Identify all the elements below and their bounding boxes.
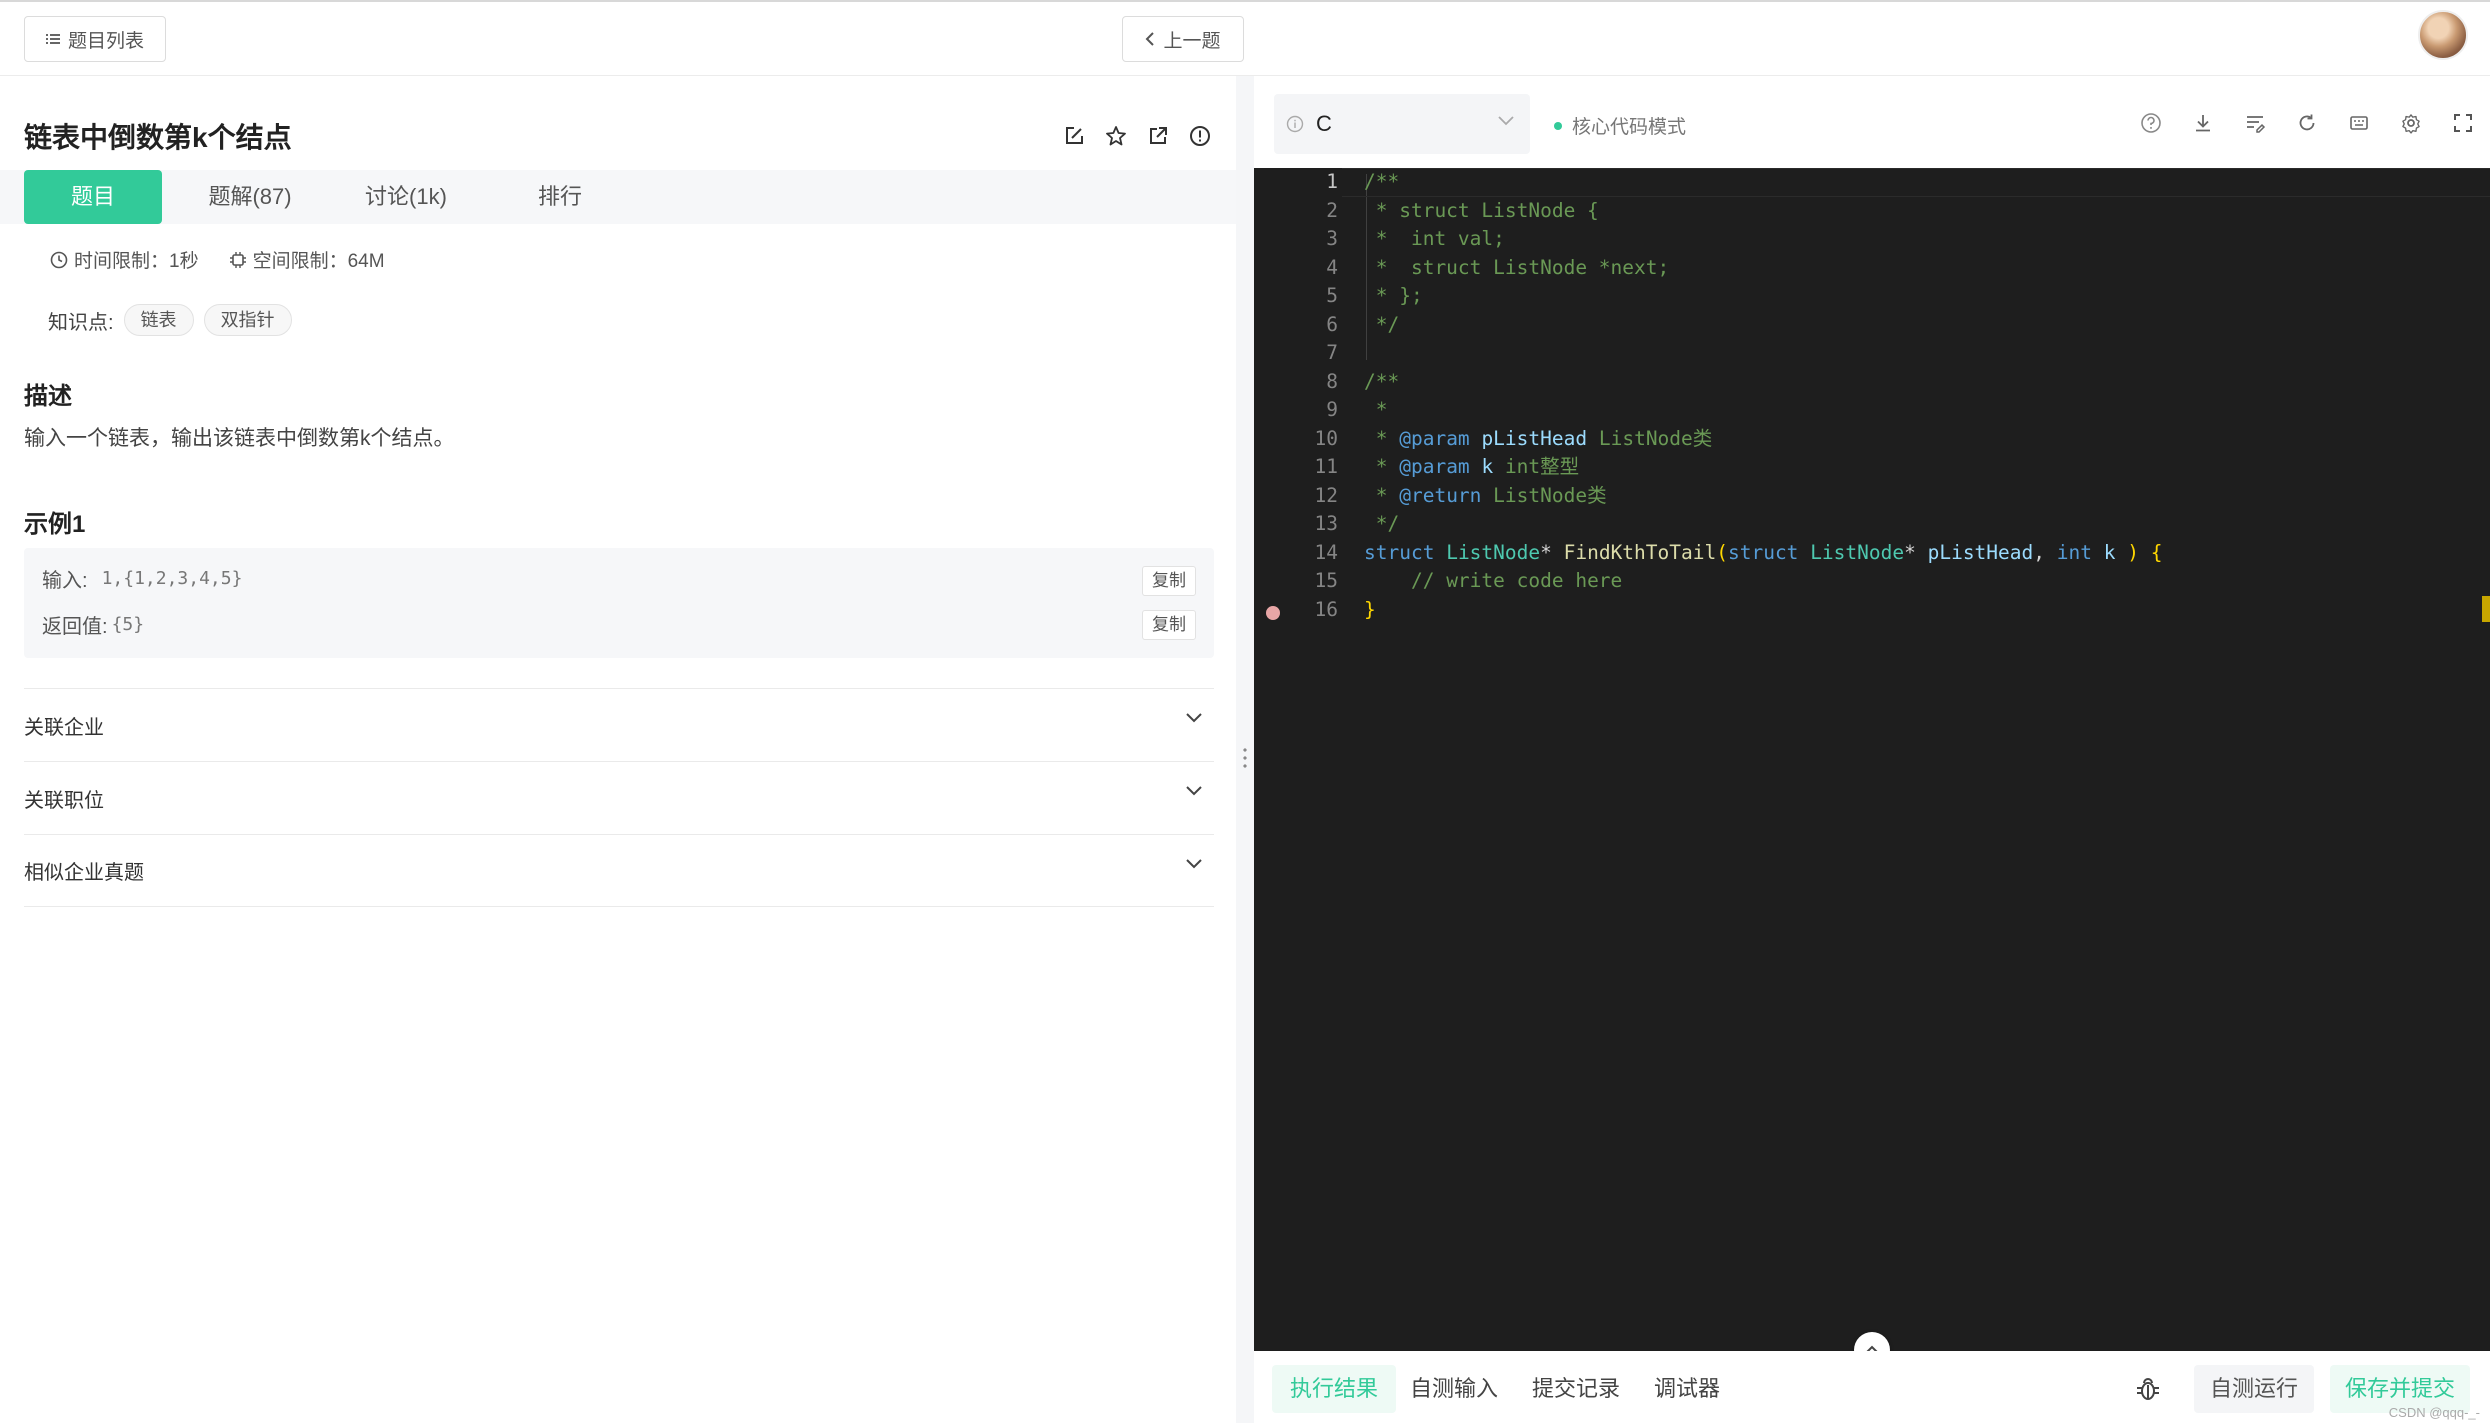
code-line: 8/** xyxy=(1326,369,1400,393)
fullscreen-icon[interactable] xyxy=(2448,108,2478,138)
share-icon[interactable] xyxy=(1144,122,1172,150)
prev-problem-label: 上一题 xyxy=(1163,30,1221,52)
accordion-label: 关联企业 xyxy=(24,716,104,739)
breakpoint-icon[interactable] xyxy=(1266,606,1280,620)
prev-problem-button[interactable]: 上一题 xyxy=(1122,16,1244,62)
tab-submit-history[interactable]: 提交记录 xyxy=(1514,1365,1638,1413)
top-bar: 题目列表 上一题 xyxy=(0,0,2490,76)
code-line: 16} xyxy=(1314,597,1376,621)
tag-two-pointers[interactable]: 双指针 xyxy=(203,304,292,336)
help-icon[interactable] xyxy=(2136,108,2166,138)
chevron-down-icon xyxy=(1186,786,1202,796)
description-text: 输入一个链表，输出该链表中倒数第k个结点。 xyxy=(24,427,455,450)
example-heading: 示例1 xyxy=(24,511,86,538)
code-line: 12 * @return ListNode类 xyxy=(1314,483,1607,507)
example-output-row: 返回值: {5} xyxy=(42,610,144,639)
code-mode-label: 核心代码模式 xyxy=(1572,117,1687,138)
example-input-row: 输入: 1,{1,2,3,4,5} xyxy=(42,564,242,593)
code-line: 14 struct ListNode* FindKthToTail(struct … xyxy=(1314,540,2163,564)
time-limit: 时间限制：1秒 xyxy=(74,251,199,272)
code-line: 6 */ xyxy=(1326,312,1400,336)
format-code-icon[interactable] xyxy=(2240,108,2270,138)
chevron-down-icon xyxy=(1498,116,1514,126)
language-select[interactable]: C xyxy=(1274,94,1530,154)
example-box: 输入: 1,{1,2,3,4,5} 复制 返回值: {5} 复制 xyxy=(24,548,1214,658)
chevron-down-icon xyxy=(1186,713,1202,723)
tag-linked-list[interactable]: 链表 xyxy=(123,304,194,336)
problem-panel: 链表中倒数第k个结点 题目 题解(87) 讨论(1k) 排行 时间限制：1秒 空… xyxy=(0,76,1236,1423)
code-line: 13 */ xyxy=(1314,512,1400,535)
accordion-label: 相似企业真题 xyxy=(24,862,144,884)
copy-input-button[interactable]: 复制 xyxy=(1142,566,1196,596)
download-icon[interactable] xyxy=(2188,108,2218,138)
code-line: 9 * xyxy=(1326,398,1388,421)
tab-debugger[interactable]: 调试器 xyxy=(1636,1365,1738,1413)
chevron-left-icon xyxy=(1146,32,1155,46)
tab-custom-input[interactable]: 自测输入 xyxy=(1392,1365,1516,1413)
list-icon xyxy=(45,34,60,44)
title-row: 链表中倒数第k个结点 xyxy=(24,116,1214,156)
edit-icon[interactable] xyxy=(1060,122,1088,150)
accordion-label: 关联职位 xyxy=(24,789,104,812)
code-editor[interactable]: 1/** 2 * struct ListNode { 3 * int val; … xyxy=(1254,168,2490,1351)
code-line: 15 // write code here xyxy=(1314,569,1623,592)
code-mode: 核心代码模式 xyxy=(1554,112,1686,139)
tab-solutions[interactable]: 题解(87) xyxy=(190,170,310,224)
code-line: 3 * int val; xyxy=(1326,227,1505,250)
watermark: CSDN @qqq-_- xyxy=(2388,1405,2480,1420)
chip-icon xyxy=(229,251,246,268)
editor-toolbar: C 核心代码模式 xyxy=(1254,94,2490,158)
input-label: 输入: xyxy=(42,570,88,592)
accordion-related-positions[interactable]: 关联职位 xyxy=(24,761,1214,834)
copy-output-button[interactable]: 复制 xyxy=(1142,610,1196,640)
bug-icon[interactable] xyxy=(2134,1375,2162,1408)
output-value: {5} xyxy=(111,614,145,635)
scrollbar-marker xyxy=(2482,596,2490,622)
problem-list-button[interactable]: 题目列表 xyxy=(24,16,166,62)
tab-ranking[interactable]: 排行 xyxy=(500,170,620,224)
code-line: 4 * struct ListNode *next; xyxy=(1326,255,1670,279)
input-value: 1,{1,2,3,4,5} xyxy=(101,568,243,589)
page-title: 链表中倒数第k个结点 xyxy=(24,122,292,153)
code-line: 1/** xyxy=(1326,170,1400,193)
accordion-related-companies[interactable]: 关联企业 xyxy=(24,688,1214,761)
console-bar: 执行结果 自测输入 提交记录 调试器 自测运行 保存并提交 xyxy=(1254,1351,2490,1423)
knowledge-tags: 知识点: 链表 双指针 xyxy=(48,304,292,336)
settings-icon[interactable] xyxy=(2396,108,2426,138)
space-limit: 空间限制：64M xyxy=(252,251,385,272)
avatar[interactable] xyxy=(2418,10,2468,60)
accordion-similar-questions[interactable]: 相似企业真题 xyxy=(24,834,1214,907)
tab-exec-result[interactable]: 执行结果 xyxy=(1272,1365,1397,1413)
clock-icon xyxy=(50,251,68,268)
output-label: 返回值: xyxy=(42,616,108,638)
drag-handle-icon xyxy=(1243,746,1247,770)
run-test-button[interactable]: 自测运行 xyxy=(2194,1365,2314,1413)
info-icon xyxy=(1286,115,1304,133)
code-line: 2 * struct ListNode { xyxy=(1326,198,1599,222)
tab-problem[interactable]: 题目 xyxy=(24,170,162,224)
language-value: C xyxy=(1316,111,1332,136)
code-line: 10 * @param pListHead ListNode类 xyxy=(1314,426,1713,450)
panel-splitter[interactable] xyxy=(1236,76,1254,1423)
problem-tabs: 题目 题解(87) 讨论(1k) 排行 xyxy=(0,170,1236,224)
keyboard-icon[interactable] xyxy=(2344,108,2374,138)
code-line: 7 xyxy=(1326,341,1338,364)
status-dot-icon xyxy=(1554,121,1562,130)
limits-row: 时间限制：1秒 空间限制：64M xyxy=(50,246,415,273)
report-icon[interactable] xyxy=(1186,122,1214,150)
chevron-down-icon xyxy=(1186,859,1202,869)
reset-icon[interactable] xyxy=(2292,108,2322,138)
tab-discussion[interactable]: 讨论(1k) xyxy=(346,170,466,224)
tags-label: 知识点: xyxy=(48,311,114,334)
star-icon[interactable] xyxy=(1102,122,1130,150)
code-line: 5 * }; xyxy=(1326,284,1423,307)
problem-list-label: 题目列表 xyxy=(67,30,144,52)
code-line: 11 * @param k int整型 xyxy=(1314,455,1580,478)
description-heading: 描述 xyxy=(24,383,72,410)
editor-panel: C 核心代码模式 1/** 2 * struct ListNode {3 * … xyxy=(1254,76,2490,1423)
